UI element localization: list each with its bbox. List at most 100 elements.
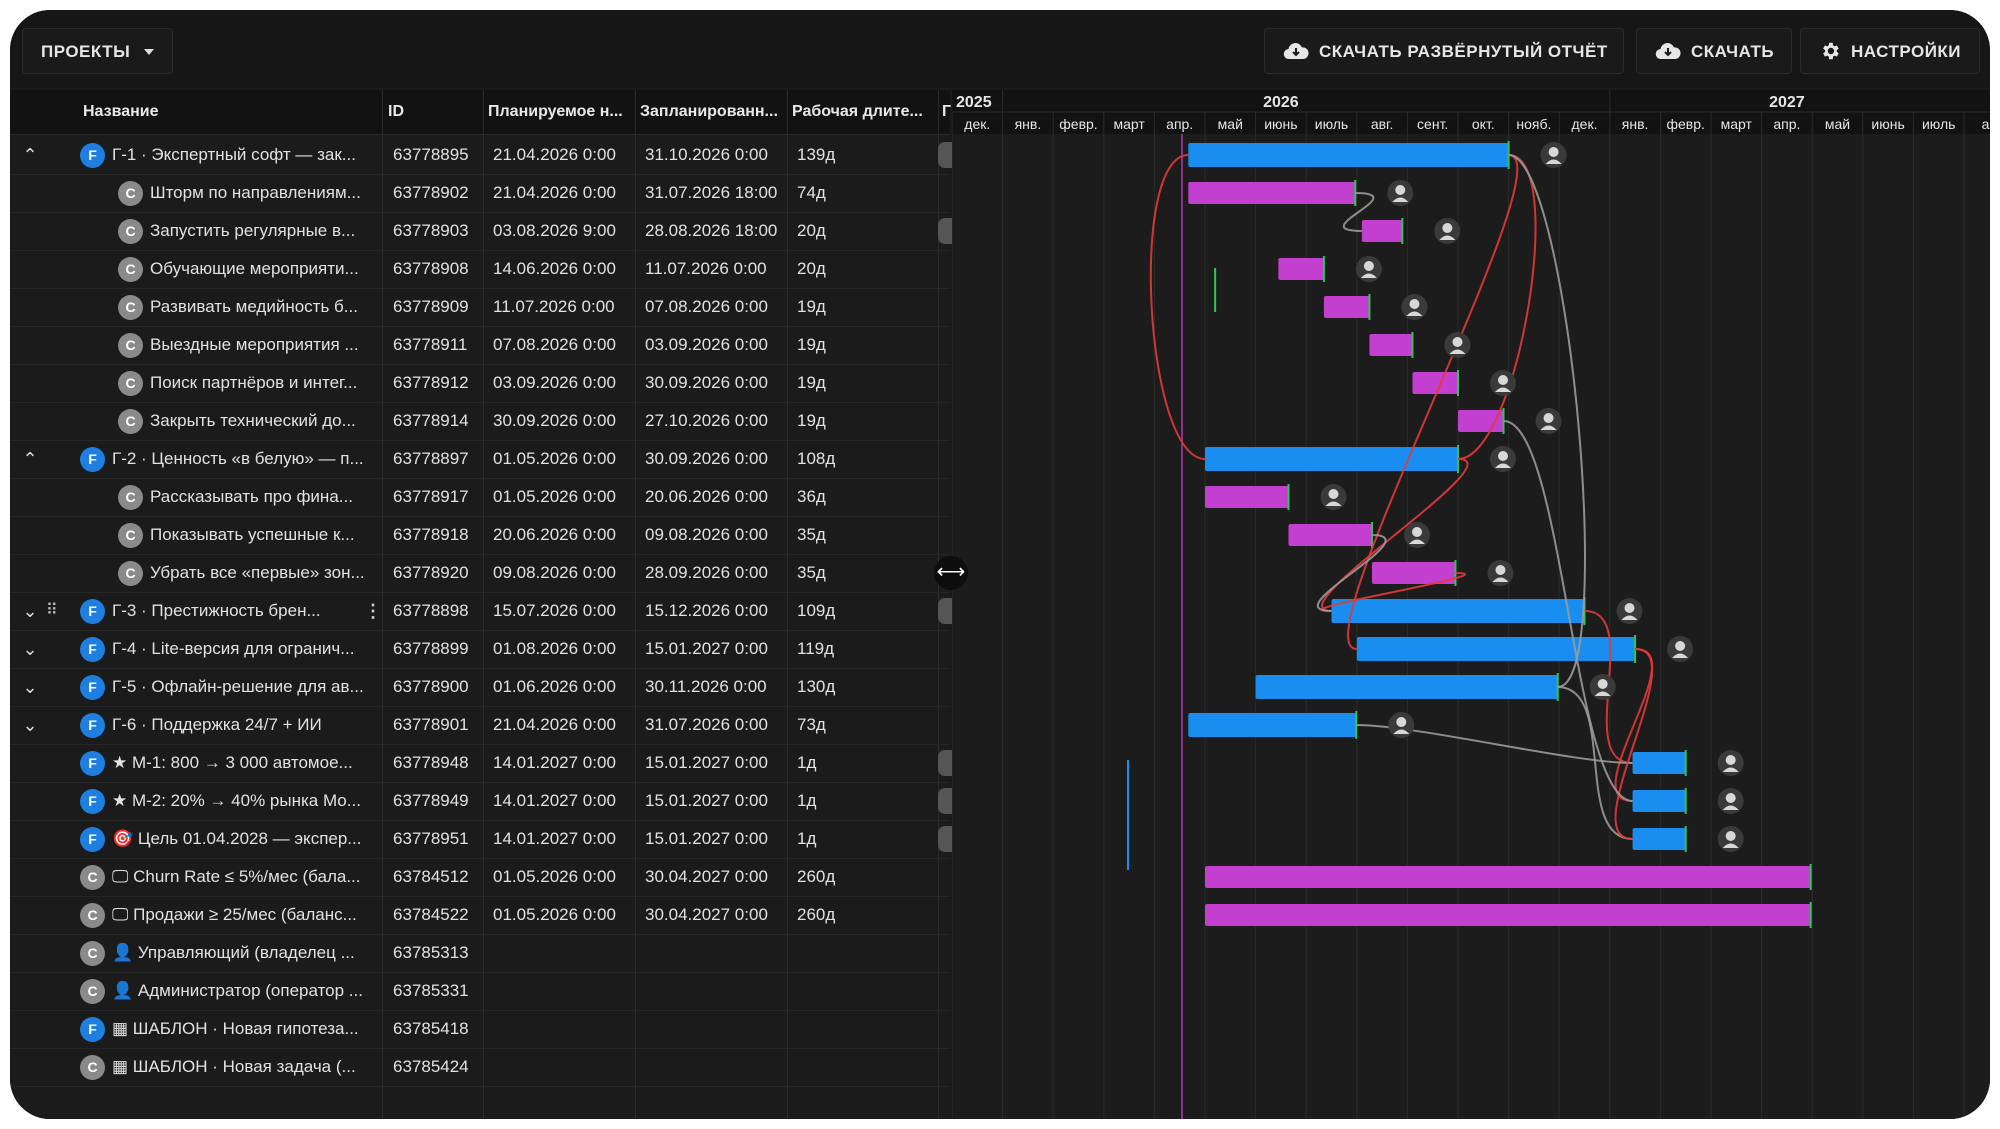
table-row[interactable]: C Запустить регулярные в... 63778903 03.08.… <box>10 212 952 251</box>
assignee-avatar[interactable] <box>1667 636 1694 662</box>
table-row[interactable]: C 👤 Управляющий (владелец ... 63785313 <box>10 934 950 973</box>
table-row[interactable]: C Поиск партнёров и интег... 63778912 03.09… <box>10 364 950 403</box>
column-header-g[interactable]: Г <box>942 90 952 134</box>
gantt-bar[interactable] <box>1632 752 1686 774</box>
table-row[interactable]: C Обучающие мероприяти... 63778908 14.06.20… <box>10 250 950 289</box>
chevron-down-icon[interactable]: ⌄ <box>20 668 40 706</box>
table-row[interactable]: ⌄ F Г-4 · Lite-версия для огранич... 637788… <box>10 630 950 669</box>
table-row[interactable]: ⌄ F Г-5 · Офлайн-решение для ав... 63778900… <box>10 668 950 707</box>
table-row[interactable]: C 🖵 Churn Rate ≤ 5%/мес (бала... 63784512 0… <box>10 858 950 897</box>
cell-name[interactable]: Рассказывать про фина... <box>150 478 382 516</box>
cell-name[interactable]: Г-4 · Lite-версия для огранич... <box>112 630 382 668</box>
download-full-report-button[interactable]: СКАЧАТЬ РАЗВЁРНУТЫЙ ОТЧЁТ <box>1264 28 1624 74</box>
gantt-bar[interactable] <box>1188 182 1356 204</box>
table-row[interactable]: C ▦ ШАБЛОН · Новая задача (... 63785424 <box>10 1048 950 1087</box>
drag-handle-icon[interactable]: ⠿ <box>46 592 58 630</box>
download-button[interactable]: СКАЧАТЬ <box>1636 28 1792 74</box>
cell-name[interactable]: Запустить регулярные в... <box>150 212 382 250</box>
gantt-bar[interactable] <box>1356 637 1636 661</box>
table-row[interactable]: ⌄ F Г-6 · Поддержка 24/7 + ИИ 63778901 21.04… <box>10 706 950 745</box>
cell-name[interactable]: Развивать медийность б... <box>150 288 382 326</box>
settings-button[interactable]: НАСТРОЙКИ <box>1800 28 1980 74</box>
table-row[interactable]: C Выездные мероприятия ... 63778911 07.08.2… <box>10 326 950 365</box>
cell-name[interactable]: Г-6 · Поддержка 24/7 + ИИ <box>112 706 382 744</box>
assignee-avatar[interactable] <box>1490 370 1516 396</box>
gantt-bar[interactable] <box>1458 410 1504 432</box>
cell-name[interactable]: 🎯 Цель 01.04.2028 — экспер... <box>112 820 382 858</box>
cell-name[interactable]: 🖵 Продажи ≥ 25/мес (баланс... <box>112 896 382 934</box>
gantt-bar[interactable] <box>1205 904 1811 926</box>
column-header-planned-end[interactable]: Запланированн... <box>640 90 788 134</box>
chevron-down-icon[interactable]: ⌄ <box>20 592 40 630</box>
assignee-avatar[interactable] <box>1490 446 1516 472</box>
table-row[interactable]: F 🎯 Цель 01.04.2028 — экспер... 63778951 14… <box>10 820 952 859</box>
assignee-avatar[interactable] <box>1589 674 1616 700</box>
cell-name[interactable]: Выездные мероприятия ... <box>150 326 382 364</box>
table-row[interactable]: C Показывать успешные к... 63778918 20.06.2… <box>10 516 950 555</box>
assignee-avatar[interactable] <box>1717 788 1744 814</box>
cell-name[interactable]: Обучающие мероприяти... <box>150 250 382 288</box>
cell-name[interactable]: Г-5 · Офлайн-решение для ав... <box>112 668 382 706</box>
table-row[interactable]: C Закрыть технический до... 63778914 30.09.… <box>10 402 950 441</box>
cell-name[interactable]: 👤 Администратор (оператор ... <box>112 972 382 1010</box>
cell-name[interactable]: ▦ ШАБЛОН · Новая задача (... <box>112 1048 382 1086</box>
table-row[interactable]: F ★ М-1: 800 → 3 000 автомое... 63778948 14… <box>10 744 952 783</box>
chevron-up-icon[interactable]: ⌃ <box>20 136 40 174</box>
resize-split-handle-icon[interactable]: ⟷ <box>934 556 968 590</box>
cell-name[interactable]: ▦ ШАБЛОН · Новая гипотеза... <box>112 1010 382 1048</box>
cell-name[interactable]: 🖵 Churn Rate ≤ 5%/мес (бала... <box>112 858 382 896</box>
column-header-work-duration[interactable]: Рабочая длите... <box>792 90 940 134</box>
table-row[interactable]: ⌄ ⠿ ⋮ F Г-3 · Престижность брен... 63778898 15… <box>10 592 952 631</box>
cell-name[interactable]: Закрыть технический до... <box>150 402 382 440</box>
gantt-canvas[interactable]: дек. янв. февр. март апр. май июнь июль авг. сент… <box>952 90 1990 1119</box>
gantt-bar[interactable] <box>1632 790 1686 812</box>
table-row[interactable]: ⌃ F Г-1 · Экспертный софт — зак... 63778895… <box>10 136 952 175</box>
table-row[interactable]: C Шторм по направлениям... 63778902 21.04.2… <box>10 174 950 213</box>
row-menu-icon[interactable]: ⋮ <box>364 592 382 630</box>
gantt-bar[interactable] <box>1323 296 1370 318</box>
table-row[interactable]: C Рассказывать про фина... 63778917 01.05.2… <box>10 478 950 517</box>
assignee-avatar[interactable] <box>1403 522 1430 548</box>
gantt-bar[interactable] <box>1188 713 1357 737</box>
gantt-bar[interactable] <box>1205 447 1458 471</box>
gantt-bar[interactable] <box>1255 675 1558 699</box>
gantt-bar[interactable] <box>1632 828 1686 850</box>
table-row[interactable]: ⌃ F Г-2 · Ценность «в белую» — п... 6377889… <box>10 440 950 479</box>
gantt-bar[interactable] <box>1205 866 1811 888</box>
cell-name[interactable]: 👤 Управляющий (владелец ... <box>112 934 382 972</box>
table-row[interactable]: C 🖵 Продажи ≥ 25/мес (баланс... 63784522 01… <box>10 896 950 935</box>
assignee-avatar[interactable] <box>1434 218 1461 244</box>
cell-name[interactable]: Г-3 · Престижность брен... <box>112 592 362 630</box>
assignee-avatar[interactable] <box>1320 484 1347 510</box>
column-header-name[interactable]: Название <box>83 90 383 134</box>
cell-name[interactable]: Г-2 · Ценность «в белую» — п... <box>112 440 382 478</box>
cell-name[interactable]: Шторм по направлениям... <box>150 174 382 212</box>
cell-name[interactable]: ★ М-1: 800 → 3 000 автомое... <box>112 744 382 782</box>
cell-name[interactable]: Поиск партнёров и интег... <box>150 364 382 402</box>
gantt-bar[interactable] <box>1369 334 1413 356</box>
assignee-avatar[interactable] <box>1540 142 1567 168</box>
chevron-down-icon[interactable]: ⌄ <box>20 630 40 668</box>
gantt-bar[interactable] <box>1288 524 1372 546</box>
cell-name[interactable]: Убрать все «первые» зон... <box>150 554 382 592</box>
assignee-avatar[interactable] <box>1616 598 1643 624</box>
assignee-avatar[interactable] <box>1535 408 1562 434</box>
column-header-id[interactable]: ID <box>388 90 483 134</box>
table-row[interactable]: C Развивать медийность б... 63778909 11.07.… <box>10 288 950 327</box>
chevron-up-icon[interactable]: ⌃ <box>20 440 40 478</box>
assignee-avatar[interactable] <box>1487 560 1514 586</box>
assignee-avatar[interactable] <box>1401 294 1428 320</box>
column-header-planned-start[interactable]: Планируемое н... <box>488 90 638 134</box>
assignee-avatar[interactable] <box>1717 826 1744 852</box>
assignee-avatar[interactable] <box>1717 750 1744 776</box>
gantt-bar[interactable] <box>1331 599 1585 623</box>
table-row[interactable]: F ▦ ШАБЛОН · Новая гипотеза... 63785418 <box>10 1010 950 1049</box>
chevron-down-icon[interactable]: ⌄ <box>20 706 40 744</box>
table-row[interactable]: F ★ М-2: 20% → 40% рынка Мо... 63778949 14.… <box>10 782 952 821</box>
table-row[interactable]: C 👤 Администратор (оператор ... 63785331 <box>10 972 950 1011</box>
assignee-avatar[interactable] <box>1388 712 1415 738</box>
table-row[interactable]: C Убрать все «первые» зон... 63778920 09.08… <box>10 554 950 593</box>
cell-name[interactable]: ★ М-2: 20% → 40% рынка Мо... <box>112 782 382 820</box>
assignee-avatar[interactable] <box>1387 180 1414 206</box>
gantt-bar[interactable] <box>1412 372 1458 394</box>
